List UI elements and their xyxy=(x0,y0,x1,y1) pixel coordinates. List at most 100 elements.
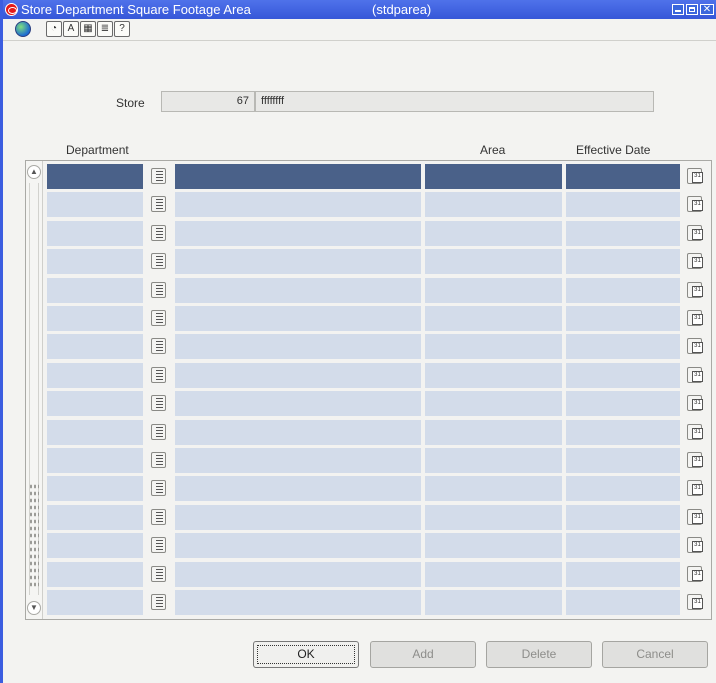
effective-date-cell[interactable] xyxy=(566,420,680,445)
calendar-picker-icon[interactable] xyxy=(687,310,703,326)
department-cell[interactable] xyxy=(47,562,143,587)
area-cell[interactable] xyxy=(425,278,562,303)
table-row[interactable] xyxy=(47,562,712,587)
close-icon[interactable]: ✕ xyxy=(700,4,714,15)
effective-date-cell[interactable] xyxy=(566,334,680,359)
area-cell[interactable] xyxy=(425,420,562,445)
area-cell[interactable] xyxy=(425,505,562,530)
table-row[interactable] xyxy=(47,476,712,501)
list-of-values-icon[interactable] xyxy=(151,367,166,383)
effective-date-cell[interactable] xyxy=(566,221,680,246)
effective-date-cell[interactable] xyxy=(566,590,680,615)
list-of-values-icon[interactable] xyxy=(151,509,166,525)
department-cell[interactable] xyxy=(47,448,143,473)
department-cell[interactable] xyxy=(47,420,143,445)
calendar-icon[interactable]: ▦ xyxy=(80,21,96,37)
area-cell[interactable] xyxy=(425,391,562,416)
department-cell[interactable] xyxy=(47,363,143,388)
department-cell[interactable] xyxy=(47,533,143,558)
cancel-button[interactable]: Cancel xyxy=(602,641,708,668)
list-of-values-icon[interactable] xyxy=(151,395,166,411)
department-cell[interactable] xyxy=(47,590,143,615)
area-cell[interactable] xyxy=(425,562,562,587)
department-cell[interactable] xyxy=(47,391,143,416)
department-cell[interactable] xyxy=(47,249,143,274)
table-row[interactable] xyxy=(47,448,712,473)
area-cell[interactable] xyxy=(425,192,562,217)
department-cell[interactable] xyxy=(47,164,143,189)
calendar-picker-icon[interactable] xyxy=(687,168,703,184)
area-cell[interactable] xyxy=(425,164,562,189)
table-row[interactable] xyxy=(47,249,712,274)
list-of-values-icon[interactable] xyxy=(151,225,166,241)
calendar-picker-icon[interactable] xyxy=(687,424,703,440)
table-row[interactable] xyxy=(47,420,712,445)
list-of-values-icon[interactable] xyxy=(151,168,166,184)
area-cell[interactable] xyxy=(425,533,562,558)
department-cell[interactable] xyxy=(47,334,143,359)
table-row[interactable] xyxy=(47,221,712,246)
calendar-picker-icon[interactable] xyxy=(687,537,703,553)
effective-date-cell[interactable] xyxy=(566,306,680,331)
minimize-icon[interactable] xyxy=(672,4,684,15)
list-of-values-icon[interactable] xyxy=(151,310,166,326)
scroll-thumb[interactable] xyxy=(29,483,39,588)
effective-date-cell[interactable] xyxy=(566,562,680,587)
calendar-picker-icon[interactable] xyxy=(687,509,703,525)
calendar-picker-icon[interactable] xyxy=(687,480,703,496)
department-cell[interactable] xyxy=(47,221,143,246)
table-row[interactable] xyxy=(47,278,712,303)
effective-date-cell[interactable] xyxy=(566,278,680,303)
delete-button[interactable]: Delete xyxy=(486,641,592,668)
calendar-picker-icon[interactable] xyxy=(687,395,703,411)
department-cell[interactable] xyxy=(47,278,143,303)
area-cell[interactable] xyxy=(425,334,562,359)
effective-date-cell[interactable] xyxy=(566,448,680,473)
area-cell[interactable] xyxy=(425,221,562,246)
table-row[interactable] xyxy=(47,306,712,331)
department-cell[interactable] xyxy=(47,192,143,217)
table-row[interactable] xyxy=(47,334,712,359)
calendar-picker-icon[interactable] xyxy=(687,338,703,354)
scroll-up-icon[interactable]: ▲ xyxy=(27,165,41,179)
scroll-down-icon[interactable]: ▼ xyxy=(27,601,41,615)
table-row[interactable] xyxy=(47,391,712,416)
list-of-values-icon[interactable] xyxy=(151,594,166,610)
grid-scrollbar[interactable]: ▲ ▼ xyxy=(26,161,43,619)
area-cell[interactable] xyxy=(425,249,562,274)
globe-icon[interactable] xyxy=(15,21,31,37)
area-cell[interactable] xyxy=(425,476,562,501)
list-of-values-icon[interactable] xyxy=(151,282,166,298)
department-cell[interactable] xyxy=(47,476,143,501)
list-of-values-icon[interactable] xyxy=(151,537,166,553)
table-row[interactable] xyxy=(47,590,712,615)
calendar-picker-icon[interactable] xyxy=(687,282,703,298)
calendar-picker-icon[interactable] xyxy=(687,253,703,269)
list-of-values-icon[interactable] xyxy=(151,566,166,582)
effective-date-cell[interactable] xyxy=(566,505,680,530)
table-row[interactable] xyxy=(47,164,712,189)
notes-icon[interactable]: ≣ xyxy=(97,21,113,37)
calendar-picker-icon[interactable] xyxy=(687,566,703,582)
area-cell[interactable] xyxy=(425,448,562,473)
effective-date-cell[interactable] xyxy=(566,164,680,189)
maximize-icon[interactable] xyxy=(686,4,698,15)
area-cell[interactable] xyxy=(425,590,562,615)
add-button[interactable]: Add xyxy=(370,641,476,668)
calendar-picker-icon[interactable] xyxy=(687,594,703,610)
list-of-values-icon[interactable] xyxy=(151,424,166,440)
calendar-picker-icon[interactable] xyxy=(687,452,703,468)
table-row[interactable] xyxy=(47,192,712,217)
department-cell[interactable] xyxy=(47,306,143,331)
list-of-values-icon[interactable] xyxy=(151,196,166,212)
effective-date-cell[interactable] xyxy=(566,249,680,274)
help-icon[interactable]: ? xyxy=(114,21,130,37)
list-of-values-icon[interactable] xyxy=(151,253,166,269)
font-icon[interactable]: A xyxy=(63,21,79,37)
area-cell[interactable] xyxy=(425,306,562,331)
effective-date-cell[interactable] xyxy=(566,363,680,388)
effective-date-cell[interactable] xyxy=(566,476,680,501)
list-of-values-icon[interactable] xyxy=(151,480,166,496)
ok-button[interactable]: OK xyxy=(253,641,359,668)
list-of-values-icon[interactable] xyxy=(151,338,166,354)
